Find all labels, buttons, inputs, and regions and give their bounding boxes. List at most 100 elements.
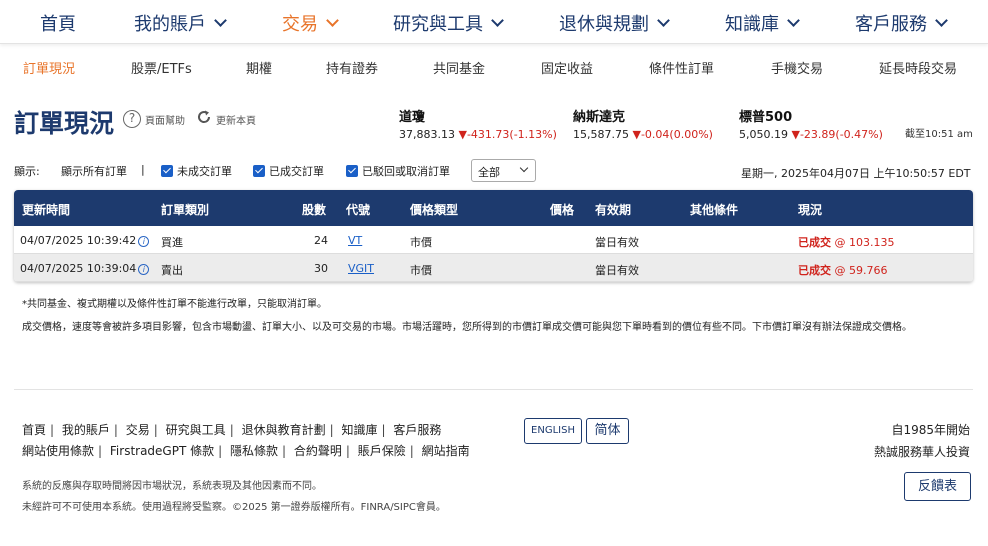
checkbox-rejected-orders[interactable]: 已駁回或取消訂單	[346, 163, 450, 179]
help-link[interactable]: 頁面幫助	[145, 112, 185, 127]
col-quantity[interactable]: 股數	[302, 201, 326, 218]
index-nasdaq: 納斯達克 15,587.75 ▼-0.04(0.00%)	[573, 106, 713, 141]
checkbox-label: 已成交訂單	[269, 165, 324, 178]
chevron-down-icon	[657, 14, 670, 27]
subnav-extended-hours[interactable]: 延長時段交易	[879, 58, 957, 77]
subnav-mobile-trading[interactable]: 手機交易	[771, 58, 823, 77]
nav-retirement-label: 退休與規劃	[559, 14, 649, 35]
chevron-down-icon	[935, 14, 948, 27]
footer-links-primary: 首頁 | 我的賬戶 | 交易 | 研究與工具 | 退休與教育計劃 | 知識庫 | 客戶服務	[22, 423, 442, 437]
cell-quantity: 30	[314, 262, 328, 275]
subnav-options[interactable]: 期權	[246, 58, 272, 77]
col-symbol[interactable]: 代號	[346, 201, 370, 218]
footer-link-service[interactable]: 客戶服務	[393, 423, 441, 437]
symbol-link[interactable]: VGIT	[348, 262, 374, 275]
time-text: 04/07/2025 10:39:04	[20, 262, 137, 275]
order-filter-select[interactable]: 全部	[471, 159, 536, 182]
time-text: 04/07/2025 10:39:42	[20, 234, 137, 247]
checkbox-label: 已駁回或取消訂單	[362, 165, 450, 178]
table-row: 04/07/2025 10:39:04 i 賣出 30 VGIT 市價 當日有效 …	[14, 254, 973, 282]
footer-link-agreements[interactable]: 合約聲明	[294, 444, 342, 458]
nav-my-account[interactable]: 我的賬戶	[134, 10, 227, 36]
cell-duration: 當日有效	[595, 264, 639, 277]
nav-home-label: 首頁	[40, 14, 76, 35]
table-row: 04/07/2025 10:39:42 i 買進 24 VT 市價 當日有效 已成…	[14, 226, 973, 254]
col-conditions[interactable]: 其他條件	[690, 201, 738, 218]
index-sp500: 標普500 5,050.19 ▼-23.89(-0.47%)	[739, 106, 883, 141]
filter-show-label: 顯示:	[14, 165, 40, 178]
since-text: 自1985年開始	[891, 423, 970, 437]
footer-link-trade[interactable]: 交易	[126, 423, 150, 437]
index-value: 15,587.75	[573, 128, 629, 141]
checkbox-filled-orders[interactable]: 已成交訂單	[253, 163, 324, 179]
status-text: 已成交	[798, 236, 831, 249]
checkbox-checked-icon[interactable]	[346, 165, 358, 177]
footer-link-account[interactable]: 我的賬戶	[62, 423, 110, 437]
footer-link-retirement[interactable]: 退休與教育計劃	[242, 423, 326, 437]
col-update-time[interactable]: 更新時間	[22, 201, 70, 218]
filter-separator: |	[141, 163, 145, 176]
subnav-stocks-etfs[interactable]: 股票/ETFs	[131, 58, 192, 77]
current-datetime: 星期一, 2025年04月07日 上午10:50:57 EDT	[741, 167, 971, 180]
language-simplified-button[interactable]: 简体	[586, 418, 629, 444]
footer-link-insurance[interactable]: 賬戶保險	[358, 444, 406, 458]
footer-link-home[interactable]: 首頁	[22, 423, 46, 437]
col-price-type[interactable]: 價格類型	[410, 201, 458, 218]
cell-status: 已成交 @ 59.766	[798, 262, 888, 278]
nav-retirement[interactable]: 退休與規劃	[559, 10, 670, 36]
checkbox-checked-icon[interactable]	[161, 165, 173, 177]
subnav-conditional-orders[interactable]: 條件性訂單	[649, 58, 714, 77]
col-order-type[interactable]: 訂單類別	[161, 201, 209, 218]
footer-link-gpt-terms[interactable]: FirstradeGPT 條款	[110, 444, 214, 458]
footer-link-knowledge[interactable]: 知識庫	[341, 423, 377, 437]
col-price[interactable]: 價格	[550, 201, 574, 218]
chevron-down-icon	[214, 14, 227, 27]
index-name: 標普500	[739, 110, 793, 125]
as-of-time: 截至10:51 am	[905, 129, 973, 140]
nav-knowledge-label: 知識庫	[725, 14, 779, 35]
refresh-link[interactable]: 更新本頁	[216, 112, 256, 127]
col-status[interactable]: 現況	[798, 201, 822, 218]
copyright: 未經許可不可使用本系統。使用過程將受監察。©2025 第一證券版權所有。FINR…	[22, 502, 446, 513]
subnav-fixed-income[interactable]: 固定收益	[541, 58, 593, 77]
cell-price-type: 市價	[410, 264, 432, 277]
subnav-positions[interactable]: 持有證券	[326, 58, 378, 77]
index-value: 5,050.19	[739, 128, 788, 141]
nav-research-tools[interactable]: 研究與工具	[393, 10, 504, 36]
filter-show-all[interactable]: 顯示所有訂單	[61, 163, 127, 179]
nav-my-account-label: 我的賬戶	[134, 14, 206, 35]
refresh-icon[interactable]	[196, 109, 212, 125]
cell-order-type: 買進	[161, 236, 183, 249]
nav-customer-service[interactable]: 客戶服務	[855, 10, 948, 36]
note-modification: *共同基金、複式期權以及條件性訂單不能進行改單，只能取消訂單。	[22, 299, 327, 310]
checkbox-checked-icon[interactable]	[253, 165, 265, 177]
nav-trade[interactable]: 交易	[282, 10, 339, 36]
index-change: ▼-431.73(-1.13%)	[458, 128, 557, 141]
fill-price: @ 59.766	[834, 264, 888, 277]
index-change: ▼-23.89(-0.47%)	[791, 128, 883, 141]
footer-link-terms[interactable]: 網站使用條款	[22, 444, 94, 458]
nav-customer-service-label: 客戶服務	[855, 14, 927, 35]
cell-status: 已成交 @ 103.135	[798, 234, 894, 250]
chevron-down-icon	[491, 14, 504, 27]
nav-home[interactable]: 首頁	[40, 10, 76, 36]
service-text: 熱誠服務華人投資	[873, 445, 970, 459]
nav-knowledge[interactable]: 知識庫	[725, 10, 800, 36]
index-dow: 道瓊 37,883.13 ▼-431.73(-1.13%)	[399, 106, 557, 141]
info-icon[interactable]: i	[138, 236, 150, 247]
footer-link-research[interactable]: 研究與工具	[166, 423, 226, 437]
language-english-button[interactable]: ENGLISH	[524, 418, 582, 444]
footer-links-legal: 網站使用條款 | FirstradeGPT 條款 | 隱私條款 | 合約聲明 | 賬戶保…	[22, 444, 470, 458]
orders-table: 更新時間 訂單類別 股數 代號 價格類型 價格 有效期 其他條件 現況 04/0…	[14, 190, 973, 282]
col-duration[interactable]: 有效期	[595, 201, 631, 218]
symbol-link[interactable]: VT	[348, 234, 362, 247]
footer-link-privacy[interactable]: 隱私條款	[230, 444, 278, 458]
subnav-order-status[interactable]: 訂單現況	[23, 58, 75, 77]
info-icon[interactable]: i	[138, 264, 150, 275]
help-icon[interactable]: ?	[123, 110, 141, 128]
feedback-button[interactable]: 反饋表	[904, 472, 971, 501]
checkbox-open-orders[interactable]: 未成交訂單	[161, 163, 232, 179]
chevron-down-icon	[787, 14, 800, 27]
subnav-mutual-funds[interactable]: 共同基金	[433, 58, 485, 77]
footer-link-sitemap[interactable]: 網站指南	[422, 444, 470, 458]
